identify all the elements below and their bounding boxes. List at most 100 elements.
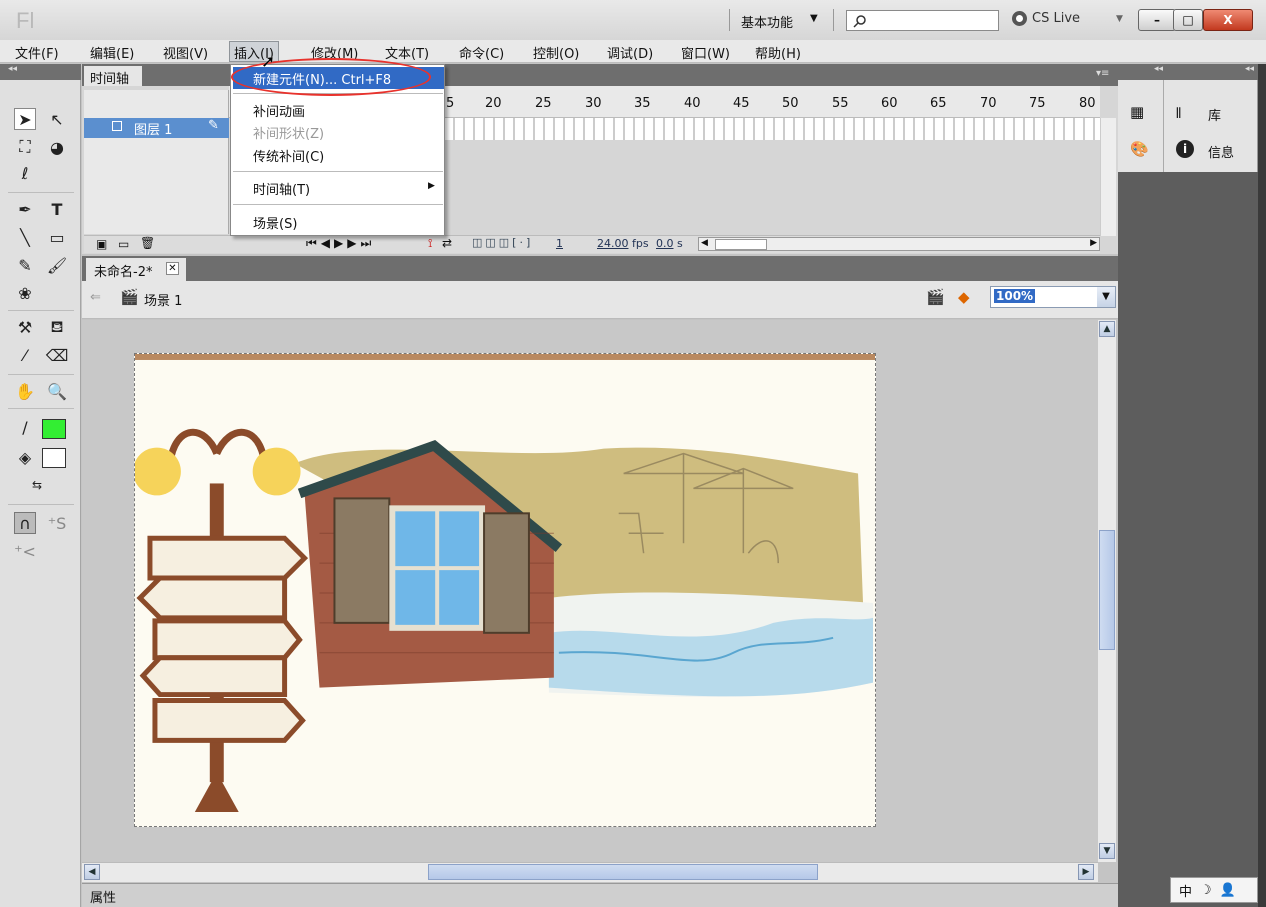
rectangle-tool-icon[interactable]: ▭	[46, 226, 68, 248]
stage-horizontal-scrollbar[interactable]: ◀ ▶	[82, 862, 1098, 882]
close-icon[interactable]: ✕	[166, 262, 179, 275]
scroll-right-icon[interactable]: ▶	[1090, 238, 1097, 248]
scroll-left-icon[interactable]: ◀	[701, 238, 708, 248]
tools-panel-header[interactable]: ◂◂	[0, 64, 81, 80]
tab-timeline[interactable]: 时间轴	[84, 66, 142, 87]
lasso-tool-icon[interactable]: ℓ	[14, 162, 36, 184]
zoom-tool-icon[interactable]: 🔍	[46, 380, 68, 402]
tab-properties[interactable]: 属性	[90, 887, 116, 906]
cs-live-button[interactable]: CS Live	[1012, 11, 1080, 26]
bone-tool-icon[interactable]: ⚒	[14, 316, 36, 338]
brush-tool-icon[interactable]: 🖌	[46, 254, 68, 276]
menu-commands[interactable]: 命令(C)	[455, 43, 508, 62]
selection-tool-icon[interactable]: ➤	[14, 108, 36, 130]
right-panel-header[interactable]: ◂◂ ◂◂	[1118, 64, 1266, 80]
menu-control[interactable]: 控制(O)	[529, 43, 583, 62]
paint-bucket-tool-icon[interactable]: ⛾	[46, 316, 68, 338]
stroke-color-swatch[interactable]	[42, 419, 66, 439]
title-divider	[729, 9, 730, 31]
menu-text[interactable]: 文本(T)	[381, 43, 433, 62]
loop-icon[interactable]: ⇄	[442, 236, 452, 250]
frame-cells[interactable]	[445, 118, 1100, 140]
pen-tool-icon[interactable]: ✒	[14, 198, 36, 220]
free-transform-tool-icon[interactable]: ⛶	[14, 136, 36, 158]
menu-edit[interactable]: 编辑(E)	[86, 43, 138, 62]
scroll-up-icon[interactable]: ▲	[1099, 321, 1115, 337]
new-folder-icon[interactable]: ▭	[118, 237, 129, 251]
timeline-vertical-scrollbar[interactable]	[1100, 118, 1116, 236]
align-panel-icon[interactable]: ▦	[1130, 103, 1144, 121]
workspace-switcher[interactable]: 基本功能	[741, 12, 793, 31]
library-icon[interactable]: 𝍪	[1176, 103, 1181, 128]
menu-item-classic-tween[interactable]: 传统补间(C)	[253, 146, 324, 165]
straighten-icon[interactable]: ⁺<	[14, 540, 36, 562]
help-search-input[interactable]	[846, 10, 999, 31]
color-panel-icon[interactable]: 🎨	[1130, 140, 1149, 158]
stroke-color-icon[interactable]: /	[14, 416, 36, 438]
document-tab[interactable]: 未命名-2* ✕	[86, 258, 186, 281]
scene-breadcrumb[interactable]: 场景 1	[144, 290, 182, 309]
ruler-label: 80	[1079, 96, 1096, 111]
center-frame-icon[interactable]: ⟟	[428, 236, 432, 251]
scroll-thumb[interactable]	[428, 864, 818, 880]
menu-item-timeline[interactable]: 时间轴(T)	[253, 179, 310, 198]
onion-skin-icons[interactable]: ◫◫◫[·]	[472, 236, 533, 249]
eraser-tool-icon[interactable]: ⌫	[46, 344, 69, 366]
back-arrow-icon[interactable]: ⇐	[90, 290, 101, 305]
zoom-select[interactable]: 100% ▼	[990, 286, 1116, 308]
snap-to-objects-icon[interactable]: ∩	[14, 512, 36, 534]
menu-item-motion-tween[interactable]: 补间动画	[253, 101, 305, 120]
maximize-button[interactable]: □	[1173, 9, 1203, 31]
menu-item-scene[interactable]: 场景(S)	[253, 213, 297, 232]
new-layer-icon[interactable]: ▣	[96, 237, 107, 251]
scroll-left-icon[interactable]: ◀	[84, 864, 100, 880]
scroll-thumb[interactable]	[715, 239, 767, 250]
right-panel-empty	[1118, 172, 1258, 907]
workspace-dropdown-icon[interactable]: ▼	[810, 13, 818, 24]
library-label[interactable]: 库	[1208, 105, 1221, 124]
panel-menu-icon[interactable]: ▾≡	[1096, 68, 1109, 79]
ime-toolbar[interactable]: 中 ☽ 👤	[1170, 877, 1258, 903]
scroll-down-icon[interactable]: ▼	[1099, 843, 1115, 859]
menu-help[interactable]: 帮助(H)	[751, 43, 805, 62]
frame-rate[interactable]: 24.00 fps	[597, 237, 649, 250]
pencil-tool-icon[interactable]: ✎	[14, 254, 36, 276]
info-label[interactable]: 信息	[1208, 142, 1234, 161]
eyedropper-tool-icon[interactable]: ⁄	[14, 344, 36, 366]
fill-color-icon[interactable]: ◈	[14, 446, 36, 468]
cs-live-dropdown-icon[interactable]: ▼	[1116, 14, 1123, 24]
fill-color-swatch[interactable]	[42, 448, 66, 468]
menu-view[interactable]: 视图(V)	[159, 43, 212, 62]
stage-vertical-scrollbar[interactable]: ▲ ▼	[1098, 320, 1116, 862]
deco-tool-icon[interactable]: ❀	[14, 282, 36, 304]
line-tool-icon[interactable]: ╲	[14, 226, 36, 248]
subselection-tool-icon[interactable]: ↖	[46, 108, 68, 130]
edit-scene-icon[interactable]: 🎬	[926, 288, 945, 306]
panel-divider	[1163, 80, 1164, 172]
text-tool-icon[interactable]: T	[46, 198, 68, 220]
scroll-thumb[interactable]	[1099, 530, 1115, 650]
ime-mode[interactable]: 中	[1179, 881, 1192, 900]
menu-file[interactable]: 文件(F)	[11, 43, 63, 62]
minimize-button[interactable]: –	[1138, 9, 1176, 31]
scroll-right-icon[interactable]: ▶	[1078, 864, 1094, 880]
moon-icon[interactable]: ☽	[1200, 883, 1212, 898]
current-frame[interactable]: 1	[556, 237, 563, 250]
elapsed-time[interactable]: 0.0 s	[656, 237, 683, 250]
timeline-horizontal-scrollbar[interactable]: ◀ ▶	[698, 237, 1100, 251]
smooth-icon[interactable]: ⁺S	[46, 512, 68, 534]
playback-controls-icon[interactable]: ⏮◀▶▶⏭	[306, 236, 375, 251]
menu-debug[interactable]: 调试(D)	[603, 43, 657, 62]
info-icon[interactable]: i	[1176, 140, 1194, 158]
hand-tool-icon[interactable]: ✋	[14, 380, 36, 402]
close-button[interactable]: X	[1203, 9, 1253, 31]
swap-colors-icon[interactable]: ⇆	[26, 474, 48, 496]
menu-window[interactable]: 窗口(W)	[677, 43, 734, 62]
delete-layer-icon[interactable]: 🗑	[140, 236, 155, 250]
edit-symbols-icon[interactable]: ◆	[958, 288, 970, 306]
layer-row[interactable]: 图层 1 ✎	[84, 118, 229, 138]
3d-rotation-tool-icon[interactable]: ◕	[46, 136, 68, 158]
chevron-down-icon[interactable]: ▼	[1097, 287, 1115, 307]
user-icon[interactable]: 👤	[1220, 883, 1236, 898]
stage-canvas[interactable]	[134, 353, 876, 827]
